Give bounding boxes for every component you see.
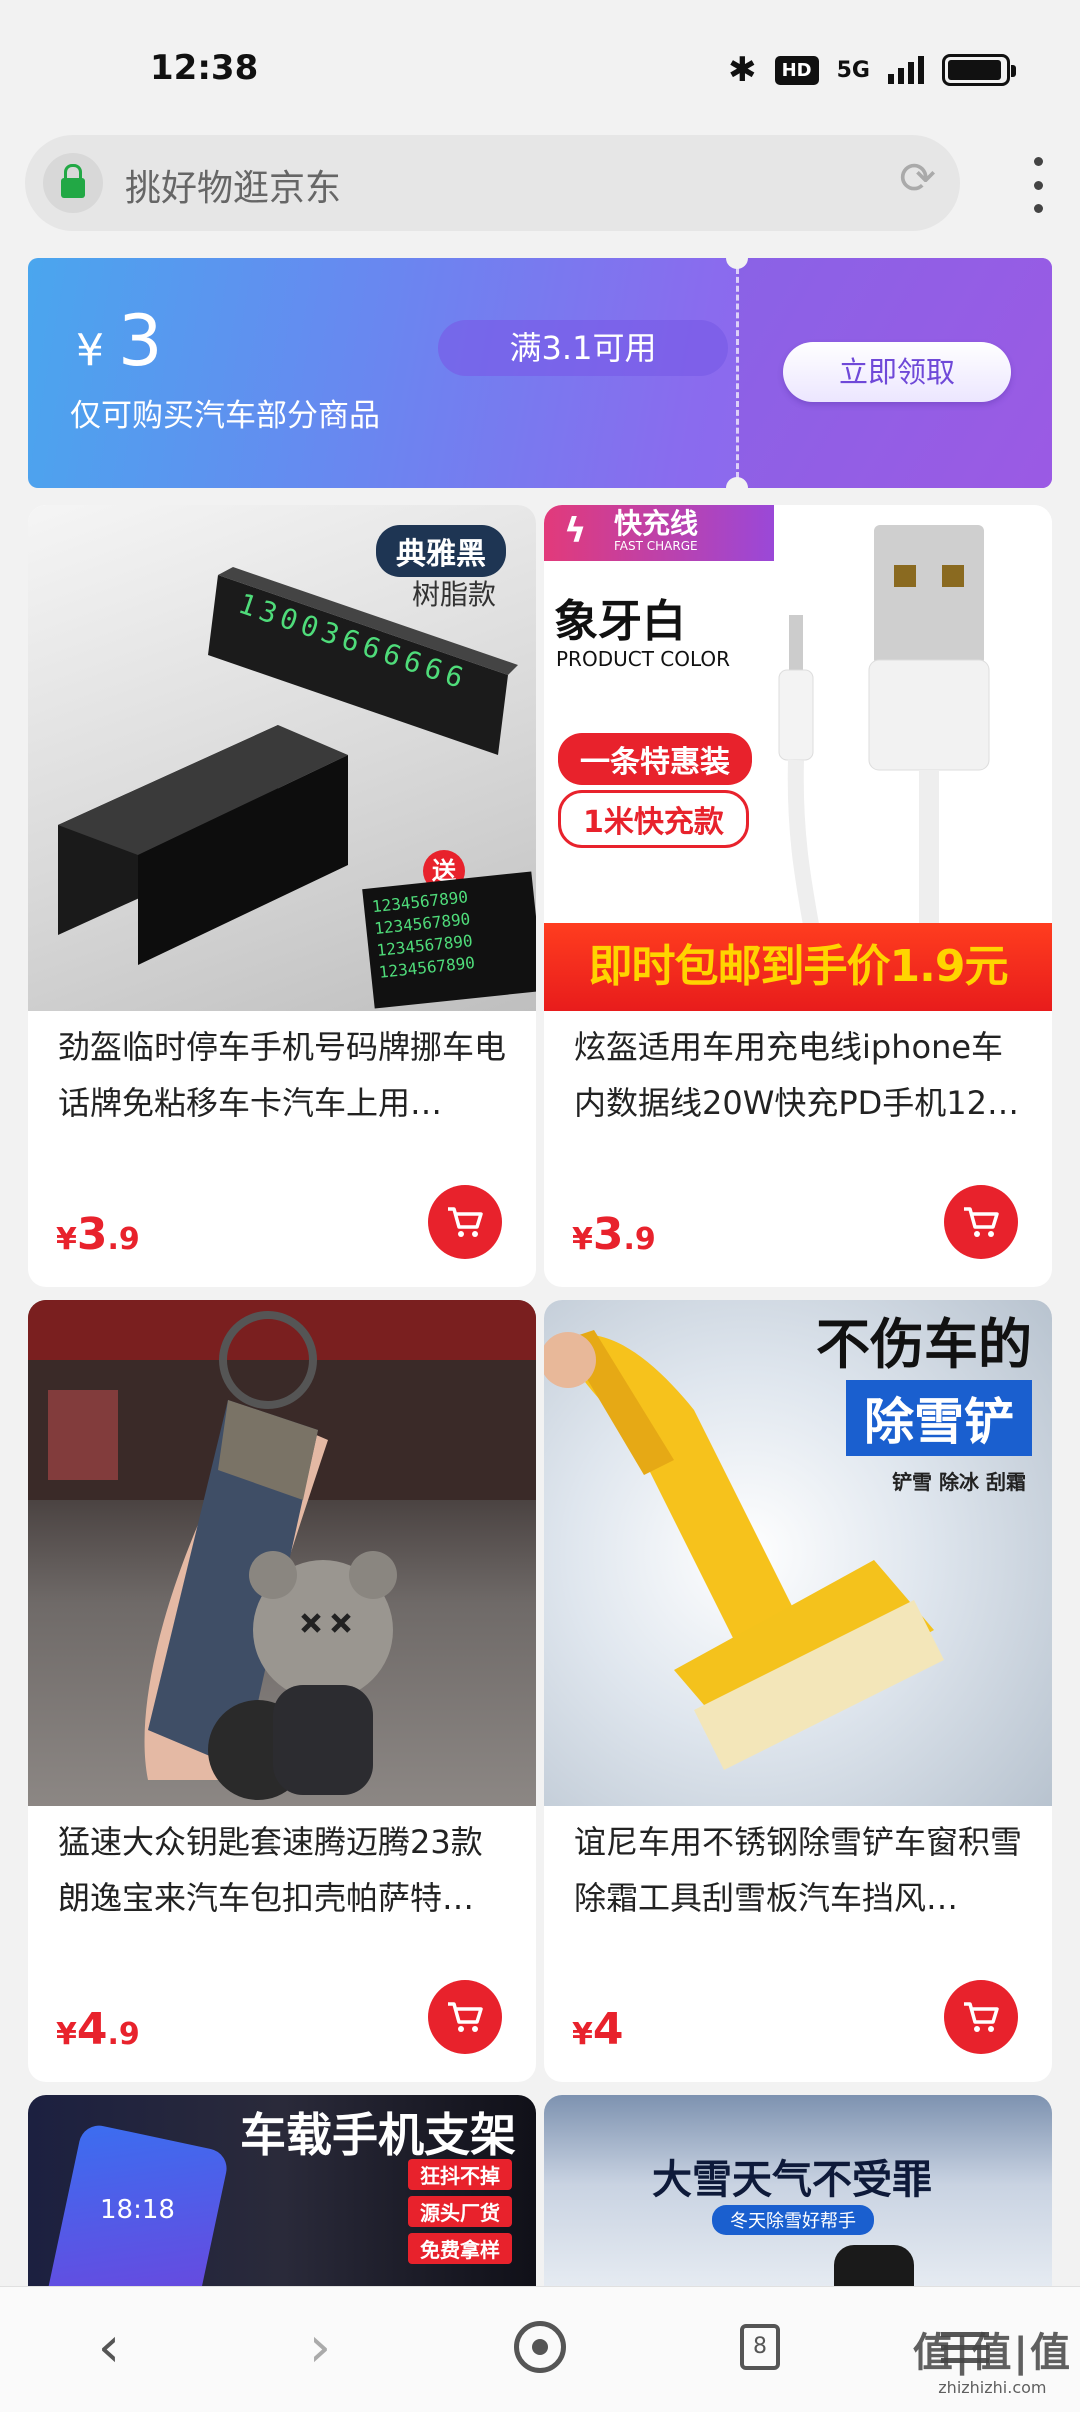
home-icon[interactable] — [505, 2315, 575, 2379]
cart-icon — [448, 1207, 483, 1237]
product-card[interactable]: 13003666666 典雅黑 树脂款 送 1234567890 12345678… — [28, 505, 536, 1287]
add-to-cart-button[interactable] — [944, 1980, 1018, 2054]
gift-card-image: 1234567890 1234567890 1234567890 1234567890 — [362, 871, 536, 1009]
product-price: ¥ 3 .9 — [56, 1209, 140, 1260]
image-headline: 大雪天气不受罪 — [652, 2157, 932, 2203]
coupon-value: 3 — [118, 300, 163, 382]
watermark: 值|值|值 zhizhizhi.com — [912, 2330, 1072, 2397]
image-headline-small: 铲雪 除冰 刮霜 — [892, 1470, 1026, 1494]
product-title[interactable]: 劲盔临时停车手机号码牌挪车电话牌免粘移车卡汽车上用… — [58, 1019, 513, 1131]
cart-icon — [448, 2002, 483, 2032]
image-subtitle: 冬天除雪好帮手 — [712, 2205, 874, 2235]
address-bar-row: 挑好物逛京东 ⟳ — [0, 135, 1080, 245]
hd-icon: HD — [774, 55, 819, 85]
status-bar: 12:38 ✱ HD 5G — [0, 0, 1080, 135]
battery-level — [948, 60, 1002, 80]
add-to-cart-button[interactable] — [428, 1980, 502, 2054]
cart-icon — [964, 1207, 999, 1237]
product-card[interactable]: 大雪天气不受罪 冬天除雪好帮手 — [544, 2095, 1052, 2295]
bluetooth-icon: ✱ — [728, 50, 757, 90]
coupon-currency: ¥ — [76, 325, 104, 376]
cart-icon — [964, 2002, 999, 2032]
image-headline: 不伤车的 — [816, 1313, 1032, 1376]
status-time: 12:38 — [150, 48, 259, 88]
product-image[interactable]: 不伤车的 除雪铲 铲雪 除冰 刮霜 — [544, 1300, 1052, 1806]
coupon-condition: 满3.1可用 — [438, 320, 728, 376]
coupon-description: 仅可购买汽车部分商品 — [70, 398, 380, 434]
network-type: 5G — [836, 57, 870, 83]
image-tags: 狂抖不掉 源头厂货 免费拿样 — [408, 2159, 512, 2264]
product-card[interactable]: 18:18 车载手机支架 狂抖不掉 源头厂货 免费拿样 — [28, 2095, 536, 2295]
keychain-image — [28, 1300, 536, 1800]
product-card[interactable]: 不伤车的 除雪铲 铲雪 除冰 刮霜 谊尼车用不锈钢除雪铲车窗积雪除霜工具刮雪板汽… — [544, 1300, 1052, 2082]
more-menu-icon[interactable] — [1018, 157, 1058, 213]
claim-coupon-button[interactable]: 立即领取 — [783, 342, 1011, 402]
phone-screen-time: 18:18 — [100, 2195, 175, 2225]
coupon-banner: ¥ 3 仅可购买汽车部分商品 满3.1可用 立即领取 — [28, 258, 1052, 488]
image-headline: 车载手机支架 — [240, 2108, 516, 2162]
product-subtag: 树脂款 — [411, 578, 496, 611]
product-image[interactable]: 13003666666 典雅黑 树脂款 送 1234567890 12345678… — [28, 505, 536, 1011]
product-image[interactable]: 快充线 FAST CHARGE ϟ 象牙白 PRODUCT COLOR 一条特惠装… — [544, 505, 1052, 1011]
forward-icon[interactable]: › — [285, 2315, 355, 2380]
product-price: ¥ 4 — [572, 2004, 624, 2055]
secure-lock-icon[interactable] — [43, 153, 103, 213]
product-title[interactable]: 炫盔适用车用充电线iphone车内数据线20W快充PD手机12… — [574, 1019, 1029, 1131]
reload-icon[interactable]: ⟳ — [899, 157, 936, 201]
status-icons: ✱ HD 5G — [728, 50, 1016, 90]
signal-icon — [888, 56, 924, 84]
battery-icon — [942, 54, 1016, 86]
add-to-cart-button[interactable] — [944, 1185, 1018, 1259]
promo-strip: 即时包邮到手价1.9元 — [544, 923, 1052, 1011]
product-price: ¥ 4 .9 — [56, 2004, 140, 2055]
tabs-icon[interactable]: 8 — [725, 2315, 795, 2379]
coupon-divider — [736, 268, 739, 478]
product-card[interactable]: 快充线 FAST CHARGE ϟ 象牙白 PRODUCT COLOR 一条特惠装… — [544, 505, 1052, 1287]
product-title[interactable]: 猛速大众钥匙套速腾迈腾23款朗逸宝来汽车包扣壳帕萨特… — [58, 1814, 513, 1926]
search-input[interactable]: 挑好物逛京东 ⟳ — [25, 135, 960, 231]
product-card[interactable]: 猛速大众钥匙套速腾迈腾23款朗逸宝来汽车包扣壳帕萨特… ¥ 4 .9 — [28, 1300, 536, 2082]
product-price: ¥ 3 .9 — [572, 1209, 656, 1260]
tab-count: 8 — [740, 2324, 780, 2370]
product-title[interactable]: 谊尼车用不锈钢除雪铲车窗积雪除霜工具刮雪板汽车挡风… — [574, 1814, 1029, 1926]
image-headline-blue: 除雪铲 — [846, 1380, 1032, 1456]
search-text: 挑好物逛京东 — [125, 168, 342, 209]
coupon-amount: ¥ 3 — [76, 300, 163, 382]
product-image[interactable] — [28, 1300, 536, 1806]
product-tag: 典雅黑 — [376, 525, 506, 577]
add-to-cart-button[interactable] — [428, 1185, 502, 1259]
back-icon[interactable]: ‹ — [74, 2315, 144, 2380]
